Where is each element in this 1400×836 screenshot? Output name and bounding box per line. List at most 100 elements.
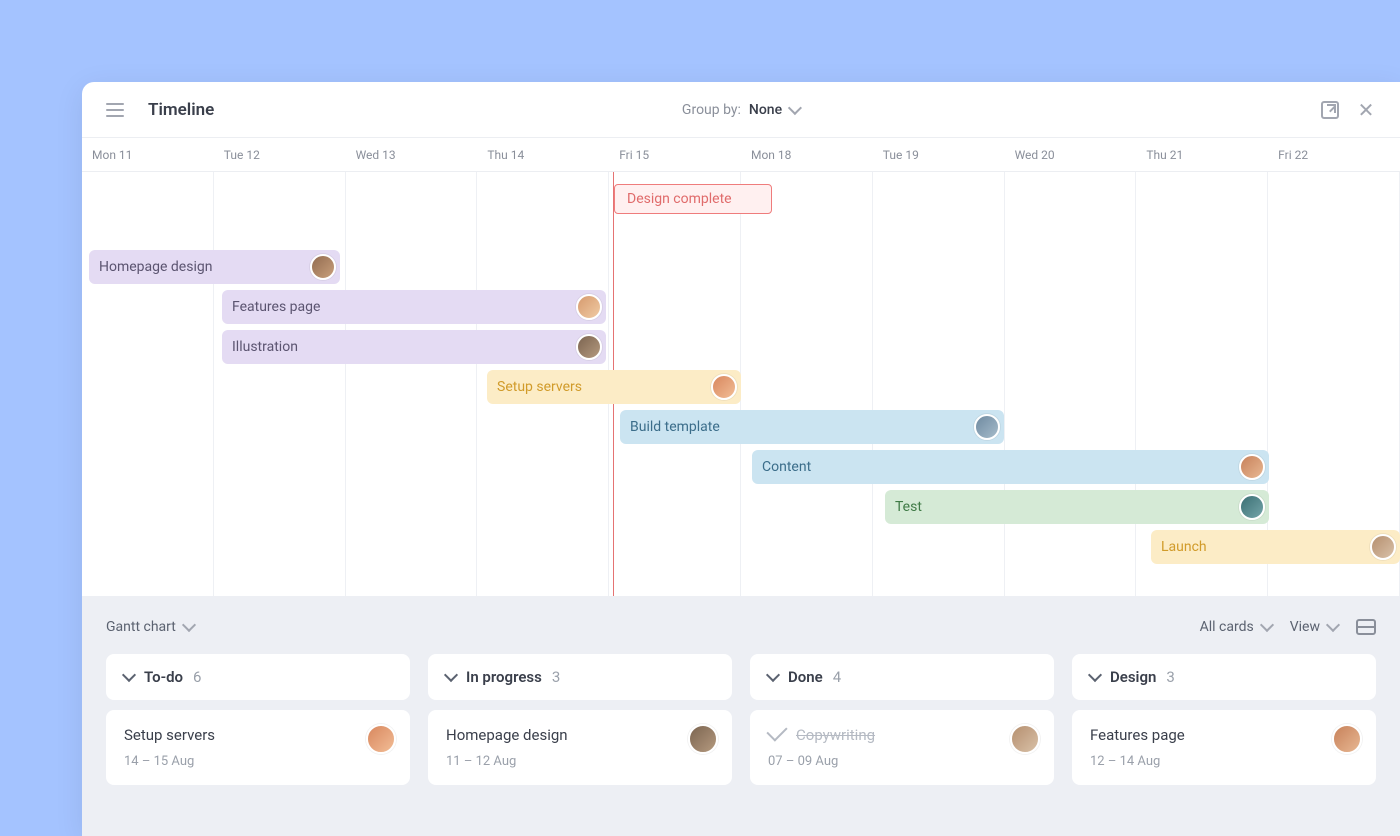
board-column: Design 3 Features page 12 – 14 Aug (1072, 654, 1376, 785)
card[interactable]: Setup servers 14 – 15 Aug (106, 710, 410, 785)
milestone-label: Design complete (627, 191, 732, 207)
board-view-select[interactable]: Gantt chart (106, 619, 194, 635)
column-name: Design (1110, 668, 1156, 686)
column-count: 3 (1166, 668, 1174, 686)
task-bar[interactable]: Setup servers (487, 370, 741, 404)
date-header: Mon 11Tue 12Wed 13Thu 14Fri 15Mon 18Tue … (82, 138, 1400, 172)
task-label: Content (762, 459, 811, 475)
avatar[interactable] (1239, 454, 1265, 480)
task-bar[interactable]: Test (885, 490, 1269, 524)
chevron-down-icon (1088, 668, 1102, 682)
card-title: Setup servers (124, 726, 392, 744)
avatar[interactable] (974, 414, 1000, 440)
column-header[interactable]: Done 4 (750, 654, 1054, 700)
menu-icon[interactable] (106, 103, 124, 117)
layout-icon (1356, 619, 1376, 635)
card-title: Features page (1090, 726, 1358, 744)
date-column: Thu 14 (477, 138, 609, 171)
task-bar[interactable]: Homepage design (89, 250, 340, 284)
task-label: Setup servers (497, 379, 582, 395)
board-columns: To-do 6 Setup servers 14 – 15 Aug In progres… (106, 654, 1376, 785)
task-label: Test (895, 499, 922, 515)
task-bar[interactable]: Illustration (222, 330, 606, 364)
task-label: Launch (1161, 539, 1207, 555)
column-name: To-do (144, 668, 183, 686)
task-bar[interactable]: Build template (620, 410, 1004, 444)
toolbar: Timeline Group by: None ✕ (82, 82, 1400, 138)
task-label: Illustration (232, 339, 298, 355)
chevron-down-icon (788, 100, 802, 114)
avatar[interactable] (1370, 534, 1396, 560)
chevron-down-icon (444, 668, 458, 682)
page-title: Timeline (148, 100, 214, 120)
board-view-name: Gantt chart (106, 619, 176, 635)
milestone[interactable]: Design complete (614, 184, 772, 214)
avatar[interactable] (688, 724, 718, 754)
cards-filter-label: All cards (1200, 619, 1254, 635)
card-dates: 12 – 14 Aug (1090, 754, 1358, 769)
app-window: Timeline Group by: None ✕ Mon 11Tue 12We… (82, 82, 1400, 836)
column-name: In progress (466, 668, 542, 686)
check-icon (766, 720, 787, 741)
chevron-down-icon (766, 668, 780, 682)
avatar[interactable] (1010, 724, 1040, 754)
close-button[interactable]: ✕ (1356, 100, 1376, 120)
board-column: In progress 3 Homepage design 11 – 12 Aug (428, 654, 732, 785)
date-column: Wed 13 (346, 138, 478, 171)
card-title: Homepage design (446, 726, 714, 744)
group-by-select[interactable]: Group by: None (682, 102, 800, 118)
board-toolbar: Gantt chart All cards View (106, 610, 1376, 644)
chevron-down-icon (1326, 618, 1340, 632)
date-column: Mon 18 (741, 138, 873, 171)
task-bar[interactable]: Content (752, 450, 1269, 484)
column-count: 3 (552, 668, 560, 686)
date-column: Fri 15 (609, 138, 741, 171)
column-count: 6 (193, 668, 201, 686)
avatar[interactable] (576, 294, 602, 320)
column-name: Done (788, 668, 823, 686)
card[interactable]: Homepage design 11 – 12 Aug (428, 710, 732, 785)
date-column: Wed 20 (1005, 138, 1137, 171)
board-column: To-do 6 Setup servers 14 – 15 Aug (106, 654, 410, 785)
card-dates: 07 – 09 Aug (768, 754, 1036, 769)
card-title: Copywriting (768, 726, 1036, 744)
card-dates: 14 – 15 Aug (124, 754, 392, 769)
board-panel: Gantt chart All cards View To-do 6 Setup s… (82, 596, 1400, 836)
avatar[interactable] (366, 724, 396, 754)
avatar[interactable] (1239, 494, 1265, 520)
card[interactable]: Features page 12 – 14 Aug (1072, 710, 1376, 785)
task-bar[interactable]: Launch (1151, 530, 1400, 564)
chevron-down-icon (182, 618, 196, 632)
avatar[interactable] (576, 334, 602, 360)
chevron-down-icon (122, 668, 136, 682)
avatar[interactable] (711, 374, 737, 400)
column-header[interactable]: In progress 3 (428, 654, 732, 700)
group-by-label: Group by: (682, 102, 741, 118)
task-label: Homepage design (99, 259, 212, 275)
card-dates: 11 – 12 Aug (446, 754, 714, 769)
date-column: Fri 22 (1268, 138, 1400, 171)
date-column: Mon 11 (82, 138, 214, 171)
column-header[interactable]: To-do 6 (106, 654, 410, 700)
task-bar[interactable]: Features page (222, 290, 606, 324)
column-count: 4 (833, 668, 841, 686)
chevron-down-icon (1260, 618, 1274, 632)
view-label: View (1290, 619, 1320, 635)
group-by-value: None (749, 102, 782, 118)
board-column: Done 4 Copywriting 07 – 09 Aug (750, 654, 1054, 785)
layout-button[interactable] (1356, 619, 1376, 635)
avatar[interactable] (1332, 724, 1362, 754)
date-column: Thu 21 (1136, 138, 1268, 171)
card[interactable]: Copywriting 07 – 09 Aug (750, 710, 1054, 785)
open-external-icon (1321, 101, 1339, 119)
column-header[interactable]: Design 3 (1072, 654, 1376, 700)
view-select[interactable]: View (1290, 619, 1338, 635)
date-column: Tue 12 (214, 138, 346, 171)
task-label: Features page (232, 299, 320, 315)
avatar[interactable] (310, 254, 336, 280)
close-icon: ✕ (1358, 100, 1375, 120)
date-column: Tue 19 (873, 138, 1005, 171)
cards-filter-select[interactable]: All cards (1200, 619, 1272, 635)
open-external-button[interactable] (1320, 100, 1340, 120)
task-label: Build template (630, 419, 720, 435)
